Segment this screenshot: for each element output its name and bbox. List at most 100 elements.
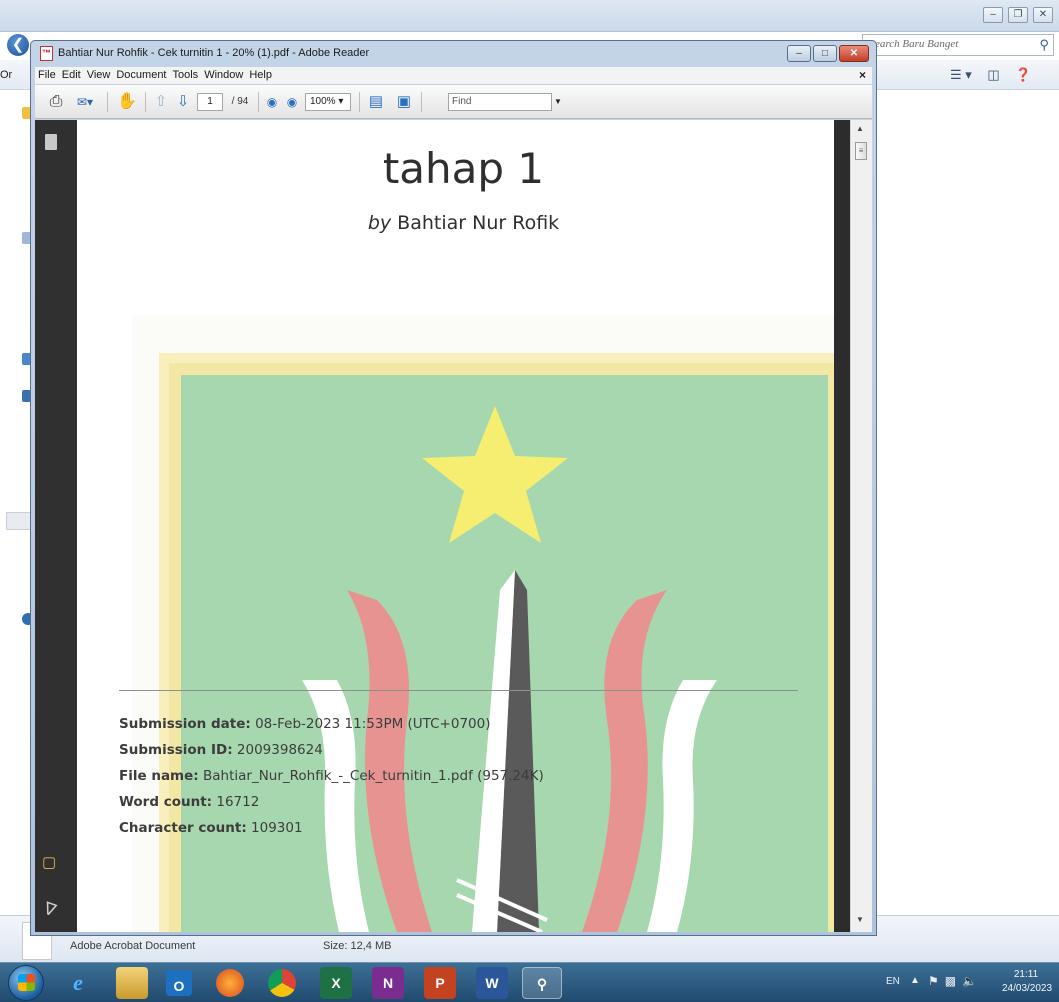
- menu-view[interactable]: View: [84, 67, 114, 81]
- toolbar-separator: [258, 92, 259, 112]
- file-size-label: Size: 12,4 MB: [323, 940, 392, 952]
- menu-document[interactable]: Document: [113, 67, 169, 81]
- word-count-label: Word count:: [119, 794, 213, 810]
- scroll-up-arrow-icon[interactable]: ▲: [856, 124, 864, 133]
- close-button[interactable]: ✕: [839, 45, 869, 62]
- onenote-icon[interactable]: N: [372, 967, 404, 999]
- email-share-icon[interactable]: ✉▾: [71, 92, 99, 112]
- action-center-icon[interactable]: ⚑: [928, 974, 945, 988]
- zoom-value: 100%: [310, 96, 336, 107]
- pdf-app-icon: ™: [40, 46, 53, 61]
- zoom-select[interactable]: 100% ▾: [305, 93, 351, 111]
- character-count-label: Character count:: [119, 820, 247, 836]
- organize-menu[interactable]: Or: [0, 69, 12, 81]
- page-number-input[interactable]: 1: [197, 93, 223, 111]
- attachments-icon[interactable]: ∇: [41, 899, 58, 922]
- submission-date-label: Submission date:: [119, 716, 251, 732]
- search-icon[interactable]: ⚲: [1039, 37, 1049, 53]
- reader-toolbar: ⎙ ✉▾ ✋ ⇧ ⇩ 1 / 94 ◉ ◉ 100% ▾ ▤ ▣ Find ▼: [35, 85, 872, 119]
- fit-page-icon[interactable]: ▣: [393, 92, 415, 112]
- explorer-maximize-button[interactable]: ❐: [1008, 7, 1028, 23]
- file-type-label: Adobe Acrobat Document: [70, 940, 196, 952]
- menu-help[interactable]: Help: [246, 67, 275, 81]
- explorer-close-button[interactable]: ✕: [1033, 7, 1053, 23]
- start-button[interactable]: [8, 965, 44, 1001]
- submission-id-row: Submission ID: 2009398624: [119, 737, 544, 763]
- page-total: / 94: [231, 96, 249, 107]
- view-options-icon[interactable]: ☰ ▾: [950, 67, 972, 82]
- pages-panel-icon[interactable]: [45, 134, 57, 150]
- document-byline: by Bahtiar Nur Rofik: [77, 212, 850, 234]
- adobe-reader-window: ™ Bahtiar Nur Rohfik - Cek turnitin 1 - …: [30, 40, 877, 936]
- scroll-thumb[interactable]: ≡: [855, 142, 867, 160]
- powerpoint-icon[interactable]: P: [424, 967, 456, 999]
- volume-icon[interactable]: 🔈: [962, 974, 983, 988]
- submission-date-value: 08-Feb-2023 11:53PM (UTC+0700): [255, 716, 491, 732]
- file-name-value: Bahtiar_Nur_Rohfik_-_Cek_turnitin_1.pdf …: [202, 768, 544, 784]
- preview-pane-icon[interactable]: ◫: [987, 67, 999, 82]
- print-icon[interactable]: ⎙: [45, 92, 67, 112]
- excel-icon[interactable]: X: [320, 967, 352, 999]
- byline-prefix: by: [367, 212, 392, 234]
- reader-titlebar: ™ Bahtiar Nur Rohfik - Cek turnitin 1 - …: [31, 41, 876, 65]
- outlook-icon[interactable]: O: [166, 970, 192, 996]
- submission-date-row: Submission date: 08-Feb-2023 11:53PM (UT…: [119, 711, 544, 737]
- document-scroll-gutter: [834, 120, 850, 932]
- toolbar-separator: [145, 92, 146, 112]
- file-name-label: File name:: [119, 768, 199, 784]
- clock-time: 21:11: [1013, 969, 1039, 980]
- windows-logo-icon: [18, 974, 35, 991]
- file-explorer-icon[interactable]: [116, 967, 148, 999]
- tray-icons: ⚑▩🔈: [928, 974, 983, 988]
- explorer-titlebar: – ❐ ✕: [0, 0, 1059, 32]
- document-title: tahap 1: [382, 144, 545, 193]
- menu-window[interactable]: Window: [201, 67, 246, 81]
- previous-page-icon[interactable]: ⇧: [151, 92, 171, 112]
- word-icon[interactable]: W: [476, 967, 508, 999]
- menu-tools[interactable]: Tools: [170, 67, 202, 81]
- hand-tool-icon[interactable]: ✋: [115, 92, 139, 112]
- comments-icon[interactable]: ▢: [42, 853, 56, 871]
- find-placeholder: Find: [452, 96, 472, 107]
- show-hidden-icons-icon[interactable]: ▲: [910, 975, 920, 986]
- find-dropdown-icon[interactable]: ▼: [554, 93, 564, 111]
- submission-id-label: Submission ID:: [119, 742, 233, 758]
- find-input[interactable]: Find: [448, 93, 552, 111]
- explorer-search-placeholder: earch Baru Banget: [875, 38, 959, 50]
- document-page[interactable]: tahap 1 by Bahtiar Nur Rofik Submission …: [77, 120, 850, 932]
- file-name-row: File name: Bahtiar_Nur_Rohfik_-_Cek_turn…: [119, 763, 544, 789]
- explorer-minimize-button[interactable]: –: [983, 7, 1003, 23]
- submission-id-value: 2009398624: [236, 742, 323, 758]
- network-status-icon[interactable]: ▩: [945, 974, 962, 988]
- minimize-button[interactable]: –: [787, 45, 811, 62]
- word-count-row: Word count: 16712: [119, 789, 544, 815]
- submission-info: Submission date: 08-Feb-2023 11:53PM (UT…: [119, 711, 544, 841]
- firefox-icon[interactable]: [216, 969, 244, 997]
- taskbar: e O X N P W ⚲ EN ▲ ⚑▩🔈 21:11 24/03/2023: [0, 962, 1059, 1002]
- ie-icon[interactable]: e: [62, 967, 94, 999]
- menu-edit[interactable]: Edit: [59, 67, 84, 81]
- scroll-down-arrow-icon[interactable]: ▼: [856, 915, 864, 924]
- document-close-icon[interactable]: ×: [859, 68, 866, 82]
- info-divider: [119, 690, 798, 691]
- back-icon[interactable]: ❮: [7, 34, 29, 56]
- toolbar-separator: [359, 92, 360, 112]
- adobe-reader-icon[interactable]: ⚲: [522, 967, 562, 999]
- zoom-out-icon[interactable]: ◉: [263, 92, 281, 112]
- maximize-button[interactable]: □: [813, 45, 837, 62]
- chrome-icon[interactable]: [268, 969, 296, 997]
- zoom-in-icon[interactable]: ◉: [283, 92, 301, 112]
- help-icon[interactable]: ❓: [1015, 67, 1031, 82]
- navigation-pane: ▢ ∇: [35, 120, 77, 932]
- toolbar-separator: [421, 92, 422, 112]
- fit-width-icon[interactable]: ▤: [365, 92, 387, 112]
- toolbar-separator: [107, 92, 108, 112]
- window-title: Bahtiar Nur Rohfik - Cek turnitin 1 - 20…: [58, 47, 370, 59]
- author-name: Bahtiar Nur Rofik: [397, 212, 560, 234]
- explorer-search-input[interactable]: earch Baru Banget ⚲: [862, 34, 1054, 56]
- language-indicator[interactable]: EN: [886, 976, 900, 987]
- menu-file[interactable]: File: [35, 67, 59, 81]
- vertical-scrollbar[interactable]: ▲ ≡ ▼: [850, 120, 872, 932]
- clock[interactable]: 21:11 24/03/2023: [1002, 968, 1052, 996]
- next-page-icon[interactable]: ⇩: [173, 92, 193, 112]
